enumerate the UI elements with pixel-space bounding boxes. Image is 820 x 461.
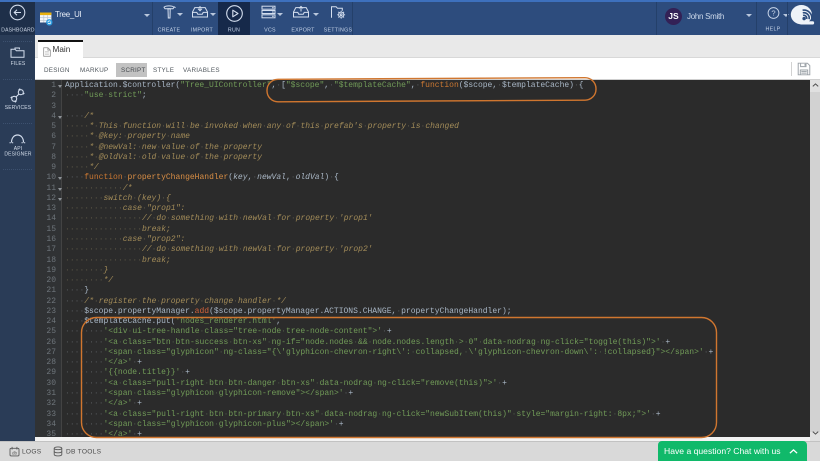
svg-text:?: ? xyxy=(771,9,775,18)
svg-text:db: db xyxy=(12,450,18,455)
